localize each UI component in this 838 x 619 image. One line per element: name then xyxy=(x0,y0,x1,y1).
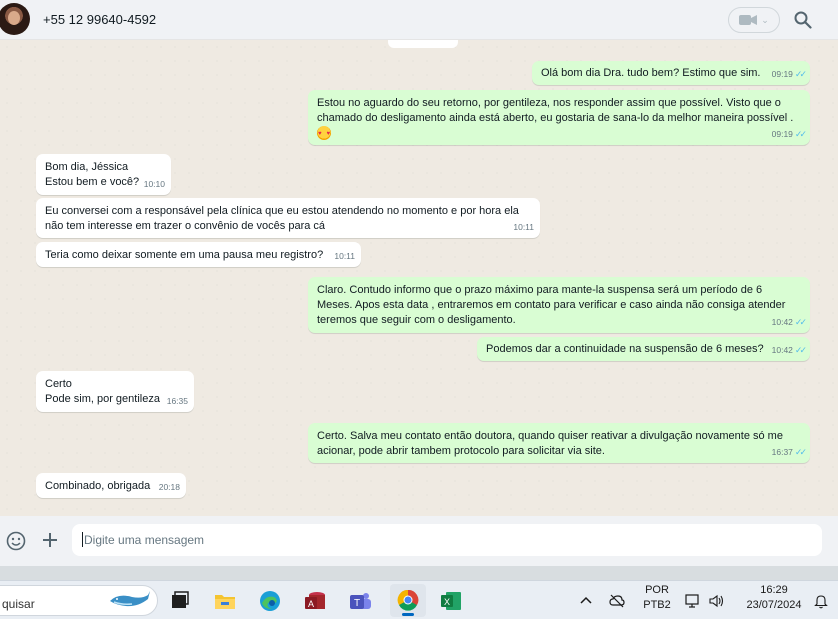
task-view-icon[interactable] xyxy=(168,589,192,613)
message-incoming[interactable]: Combinado, obrigada 20:18 xyxy=(36,473,186,498)
file-explorer-icon[interactable] xyxy=(213,589,237,613)
chevron-down-icon: ⌄ xyxy=(761,14,769,25)
read-ticks-icon: ✓✓ xyxy=(794,345,807,355)
teams-icon[interactable]: T xyxy=(348,589,372,613)
message-text: Teria como deixar somente em uma pausa m… xyxy=(45,249,324,261)
chrome-taskbar-button[interactable] xyxy=(390,584,426,617)
message-incoming[interactable]: Bom dia, Jéssica Estou bem e você? 10:10 xyxy=(36,154,171,195)
message-meta: 10:42 ✓✓ xyxy=(771,315,807,330)
keyboard-layout: PTB2 xyxy=(643,599,671,611)
read-ticks-icon: ✓✓ xyxy=(794,317,807,327)
video-call-icon xyxy=(739,15,758,25)
taskbar-search-text: quisar xyxy=(2,597,35,611)
volume-icon[interactable] xyxy=(709,593,725,609)
message-text-line: acionar, pode abrir tambem protocolo par… xyxy=(317,445,605,457)
whale-icon xyxy=(110,591,150,607)
message-outgoing[interactable]: Podemos dar a continuidade na suspensão … xyxy=(477,337,810,361)
language-indicator[interactable]: POR PTB2 xyxy=(642,584,672,611)
chrome-icon xyxy=(397,589,419,611)
message-meta: 09:19 ✓✓ xyxy=(771,67,807,82)
message-list[interactable]: Olá bom dia Dra. tudo bem? Estimo que si… xyxy=(0,40,838,516)
message-outgoing[interactable]: Claro. Contudo informo que o prazo máxim… xyxy=(308,277,810,333)
excel-icon[interactable]: X xyxy=(439,589,463,613)
emoji-icon[interactable] xyxy=(6,531,26,551)
message-text: Combinado, obrigada xyxy=(45,480,151,492)
message-outgoing[interactable]: Olá bom dia Dra. tudo bem? Estimo que si… xyxy=(532,61,810,85)
message-time: 16:35 xyxy=(166,396,188,406)
bell-icon[interactable] xyxy=(813,593,829,609)
avatar[interactable] xyxy=(0,3,30,35)
video-call-button[interactable]: ⌄ xyxy=(728,7,780,33)
message-time: 09:19 xyxy=(771,69,793,79)
message-input[interactable] xyxy=(72,524,822,556)
contact-name[interactable]: +55 12 99640-4592 xyxy=(43,12,156,27)
message-incoming[interactable]: Certo Pode sim, por gentileza 16:35 xyxy=(36,371,194,412)
message-text-line: Claro. Contudo informo que o prazo máxim… xyxy=(317,284,763,296)
message-text-line: Certo. Salva meu contato então doutora, … xyxy=(317,430,783,442)
clock-date: 23/07/2024 xyxy=(746,599,802,611)
message-outgoing[interactable]: Estou no aguardo do seu retorno, por gen… xyxy=(308,90,810,145)
chat-header: +55 12 99640-4592 ⌄ xyxy=(0,0,838,40)
display-icon[interactable] xyxy=(685,593,701,609)
message-text: Podemos dar a continuidade na suspensão … xyxy=(486,343,764,355)
message-text-line: Estou bem e você? xyxy=(45,176,140,188)
access-icon[interactable]: A xyxy=(303,589,327,613)
message-time: 20:18 xyxy=(158,482,180,492)
message-time: 10:42 xyxy=(771,317,793,327)
clock-time: 16:29 xyxy=(760,584,788,596)
message-text-line: não tem interesse em trazer o convênio d… xyxy=(45,220,326,232)
partial-message xyxy=(388,40,458,48)
svg-text:X: X xyxy=(444,597,450,607)
message-text-line: Bom dia, Jéssica xyxy=(45,161,129,173)
svg-text:T: T xyxy=(354,598,360,609)
read-ticks-icon: ✓✓ xyxy=(794,129,807,139)
message-time: 09:19 xyxy=(771,129,793,139)
language-code: POR xyxy=(645,584,669,596)
message-incoming[interactable]: Eu conversei com a responsável pela clín… xyxy=(36,198,540,238)
search-icon[interactable] xyxy=(794,11,812,29)
cloud-off-icon[interactable] xyxy=(609,593,625,609)
text-caret xyxy=(82,532,83,547)
windows-taskbar: quisar A T X POR PTB2 16:29 23/07/2024 xyxy=(0,580,838,619)
edge-icon[interactable] xyxy=(258,589,282,613)
smiling-face-with-hearts-icon xyxy=(317,126,331,142)
message-time: 10:10 xyxy=(143,179,165,189)
svg-text:A: A xyxy=(308,599,314,609)
read-ticks-icon: ✓✓ xyxy=(794,69,807,79)
message-text-line: teremos que seguir com o desligamento. xyxy=(317,314,516,326)
message-time: 10:11 xyxy=(513,222,534,232)
composer-bar xyxy=(0,516,838,566)
message-meta: 16:37 ✓✓ xyxy=(771,445,807,460)
message-meta: 09:19 ✓✓ xyxy=(771,127,807,142)
message-text-line: Eu conversei com a responsável pela clín… xyxy=(45,205,519,217)
message-text: Estou no aguardo do seu retorno, por gen… xyxy=(317,97,794,124)
message-text-line: Meses. Apos esta data , entraremos em co… xyxy=(317,299,786,311)
message-outgoing[interactable]: Certo. Salva meu contato então doutora, … xyxy=(308,423,810,463)
window-bottom-edge xyxy=(0,566,838,580)
message-text: Olá bom dia Dra. tudo bem? Estimo que si… xyxy=(541,67,761,79)
message-text-line: Pode sim, por gentileza xyxy=(45,393,160,405)
message-text-line: Certo xyxy=(45,378,72,390)
plus-icon[interactable] xyxy=(40,530,60,550)
read-ticks-icon: ✓✓ xyxy=(794,447,807,457)
clock[interactable]: 16:29 23/07/2024 xyxy=(738,584,810,611)
message-time: 10:11 xyxy=(334,251,355,261)
message-meta: 10:42 ✓✓ xyxy=(771,343,807,358)
chevron-up-icon[interactable] xyxy=(578,593,594,609)
message-incoming[interactable]: Teria como deixar somente em uma pausa m… xyxy=(36,242,361,267)
message-time: 16:37 xyxy=(771,447,793,457)
message-time: 10:42 xyxy=(771,345,793,355)
